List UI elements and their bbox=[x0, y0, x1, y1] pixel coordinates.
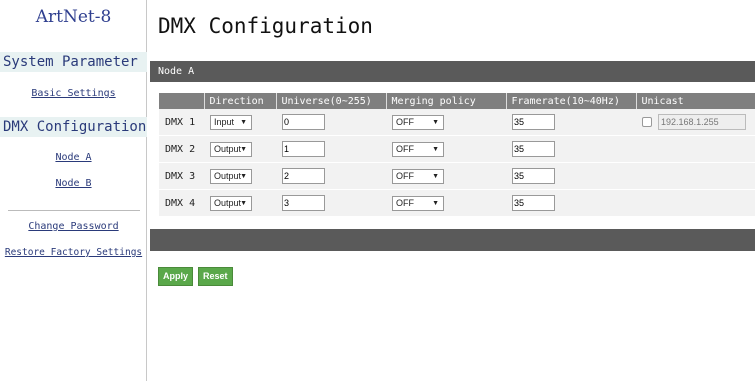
direction-select[interactable]: Output ▼ bbox=[210, 195, 252, 211]
direction-select[interactable]: Output ▼ bbox=[210, 141, 252, 157]
table-row: DMX 2 Output▼ OFF▼ bbox=[159, 135, 755, 163]
apply-button[interactable]: Apply bbox=[158, 267, 194, 286]
merging-value: OFF bbox=[396, 116, 414, 127]
direction-value: Output bbox=[214, 170, 242, 181]
merging-value: OFF bbox=[396, 143, 414, 154]
dropdown-arrow-icon: ▼ bbox=[240, 145, 247, 153]
row-label: DMX 4 bbox=[159, 189, 204, 217]
dropdown-arrow-icon: ▼ bbox=[432, 199, 439, 207]
direction-select[interactable]: Input ▼ bbox=[210, 114, 252, 130]
framerate-input[interactable] bbox=[512, 195, 555, 211]
framerate-input[interactable] bbox=[512, 168, 555, 184]
unicast-checkbox[interactable] bbox=[642, 117, 652, 127]
framerate-input[interactable] bbox=[512, 114, 555, 130]
link-node-b[interactable]: Node B bbox=[0, 178, 147, 189]
table-header-row: Direction Universe(0~255) Merging policy… bbox=[159, 93, 755, 109]
section-dmx-configuration: DMX Configuration bbox=[0, 117, 147, 137]
row-label: DMX 3 bbox=[159, 162, 204, 190]
link-basic-settings[interactable]: Basic Settings bbox=[0, 88, 147, 99]
merging-value: OFF bbox=[396, 197, 414, 208]
section-system-parameter: System Parameter bbox=[0, 52, 147, 72]
link-restore-factory[interactable]: Restore Factory Settings bbox=[0, 247, 147, 258]
dropdown-arrow-icon: ▼ bbox=[432, 118, 439, 126]
node-header-bar: Node A bbox=[150, 61, 755, 82]
table-footer-bar bbox=[150, 229, 755, 251]
universe-input[interactable] bbox=[282, 195, 325, 211]
merging-select[interactable]: OFF ▼ bbox=[392, 195, 444, 211]
table-row: DMX 4 Output▼ OFF▼ bbox=[159, 189, 755, 217]
col-header-framerate: Framerate(10~40Hz) bbox=[506, 93, 637, 109]
col-header-direction: Direction bbox=[204, 93, 277, 109]
dmx-table: Direction Universe(0~255) Merging policy… bbox=[159, 93, 755, 217]
col-header-unicast: Unicast bbox=[636, 93, 755, 109]
merging-select[interactable]: OFF ▼ bbox=[392, 141, 444, 157]
row-label: DMX 1 bbox=[159, 109, 204, 136]
reset-button[interactable]: Reset bbox=[198, 267, 233, 286]
sidebar: ArtNet-8 System Parameter Basic Settings… bbox=[0, 0, 147, 381]
direction-select[interactable]: Output ▼ bbox=[210, 168, 252, 184]
universe-input[interactable] bbox=[282, 141, 325, 157]
dropdown-arrow-icon: ▼ bbox=[432, 145, 439, 153]
merging-select[interactable]: OFF ▼ bbox=[392, 168, 444, 184]
unicast-ip-field[interactable]: 192.168.1.255 bbox=[658, 114, 747, 130]
dropdown-arrow-icon: ▼ bbox=[240, 118, 247, 126]
page-title: DMX Configuration bbox=[158, 14, 373, 38]
table-row: DMX 1 Input ▼ OFF ▼ 192.168.1.255 bbox=[159, 109, 755, 136]
merging-value: OFF bbox=[396, 170, 414, 181]
sidebar-divider bbox=[8, 210, 140, 211]
link-node-a[interactable]: Node A bbox=[0, 152, 147, 163]
direction-value: Input bbox=[214, 116, 235, 127]
link-change-password[interactable]: Change Password bbox=[0, 221, 147, 232]
row-label: DMX 2 bbox=[159, 135, 204, 163]
table-row: DMX 3 Output▼ OFF▼ bbox=[159, 162, 755, 190]
framerate-input[interactable] bbox=[512, 141, 555, 157]
universe-input[interactable] bbox=[282, 168, 325, 184]
col-header-universe: Universe(0~255) bbox=[276, 93, 387, 109]
direction-value: Output bbox=[214, 197, 242, 208]
col-header-blank bbox=[159, 93, 205, 109]
universe-input[interactable] bbox=[282, 114, 325, 130]
dropdown-arrow-icon: ▼ bbox=[432, 172, 439, 180]
merging-select[interactable]: OFF ▼ bbox=[392, 114, 444, 130]
node-header-label: Node A bbox=[158, 66, 195, 77]
dropdown-arrow-icon: ▼ bbox=[240, 172, 247, 180]
col-header-merging: Merging policy bbox=[386, 93, 507, 109]
direction-value: Output bbox=[214, 143, 242, 154]
brand-title: ArtNet-8 bbox=[35, 7, 112, 27]
dropdown-arrow-icon: ▼ bbox=[240, 199, 247, 207]
